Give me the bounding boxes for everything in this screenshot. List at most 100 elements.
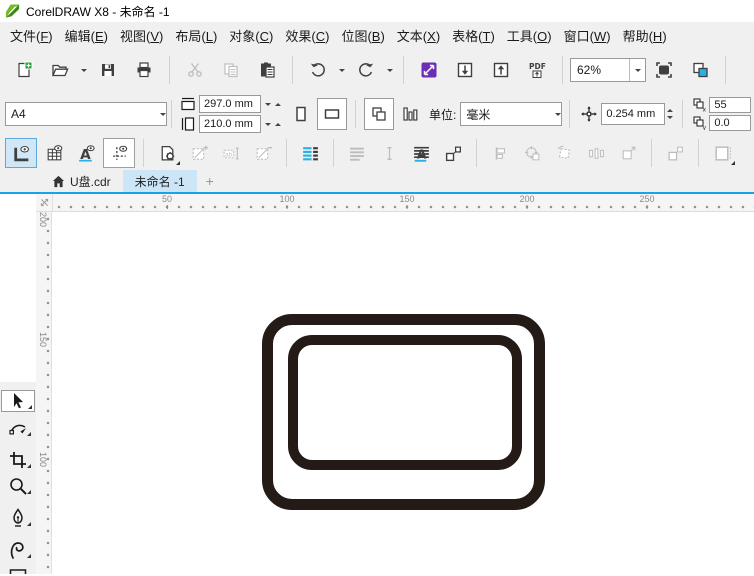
fullscreen-preview-button[interactable] (647, 53, 681, 87)
paste-button[interactable] (250, 53, 284, 87)
columns-settings-button[interactable] (295, 139, 325, 167)
import-icon (456, 61, 474, 79)
baseline-toggle-icon: A (77, 144, 96, 163)
menu-table[interactable]: 表格(T) (447, 22, 500, 49)
page-size-combo[interactable]: A4 (5, 102, 167, 126)
menu-help[interactable]: 帮助(H) (618, 22, 672, 49)
toolbar-separator (403, 56, 404, 84)
document-canvas[interactable] (52, 212, 754, 574)
print-button[interactable] (127, 53, 161, 87)
menu-tools[interactable]: 工具(O) (502, 22, 557, 49)
toolbar-separator (143, 139, 144, 167)
save-button[interactable] (91, 53, 125, 87)
toggle-rulers-button[interactable] (5, 138, 37, 168)
align-objects-button (485, 139, 515, 167)
standard-toolbar: PDF62%贴 (0, 48, 754, 92)
landscape-button[interactable] (317, 98, 347, 130)
text-format-button[interactable]: A (406, 139, 436, 167)
shape-tool[interactable] (3, 418, 33, 438)
crop-tool[interactable] (3, 450, 33, 470)
menu-file[interactable]: 文件(F) (5, 22, 58, 49)
horizontal-ruler[interactable]: 50100150200250 (36, 194, 754, 212)
page-width-field[interactable]: 297.0 mm (199, 95, 261, 113)
toggle-guidelines-button[interactable] (103, 138, 135, 168)
toggle-grid-button[interactable] (39, 139, 69, 167)
ruler-origin-button[interactable] (36, 194, 53, 211)
page-height-spinner[interactable] (263, 120, 283, 129)
link-frames-button[interactable] (438, 139, 468, 167)
cut-button (178, 53, 212, 87)
zoom-level-combo-arrow[interactable] (629, 59, 645, 81)
menu-object[interactable]: 对象(C) (224, 22, 278, 49)
duplicate-distance-y-icon: y (693, 116, 707, 130)
undo-flyout-arrow[interactable] (336, 53, 348, 87)
duplicate-distance-y-field[interactable]: 0.0 (709, 115, 751, 131)
open-flyout-arrow[interactable] (78, 53, 90, 87)
vertical-ruler[interactable]: 200150100 (36, 212, 52, 574)
publish-pdf-button[interactable]: PDF (520, 53, 554, 87)
all-pages-icon (370, 105, 388, 123)
page-width-spinner[interactable] (263, 100, 283, 109)
tab-untitled-document[interactable]: 未命名 -1 (123, 170, 197, 192)
zoom-tool[interactable] (3, 476, 33, 496)
page-settings-button[interactable] (152, 139, 182, 167)
undo-icon (309, 61, 327, 79)
menu-text[interactable]: 文本(X) (392, 22, 445, 49)
zoom-level-combo[interactable]: 62% (570, 58, 646, 82)
menu-view[interactable]: 视图(V) (115, 22, 168, 49)
toggle-baseline-grid-button[interactable]: A (71, 139, 101, 167)
undo-button[interactable] (301, 53, 335, 87)
tab-udisk-document[interactable]: U盘.cdr (40, 170, 123, 192)
toolbar-separator (698, 139, 699, 167)
menu-effects[interactable]: 效果(C) (280, 22, 334, 49)
open-document-button[interactable] (43, 53, 77, 87)
guides-toggle-icon (110, 144, 129, 163)
import-button[interactable] (448, 53, 482, 87)
nudge-distance-field[interactable]: 0.254 mm (601, 103, 665, 125)
columns-blue-icon (301, 144, 320, 163)
new-document-button[interactable] (7, 53, 41, 87)
toolbar-separator (169, 56, 170, 84)
copy-button (214, 53, 248, 87)
export-button[interactable] (484, 53, 518, 87)
units-dropdown-arrow[interactable] (555, 110, 561, 119)
nudge-distance-icon (580, 105, 598, 123)
page-width-icon (179, 95, 197, 113)
save-icon (99, 61, 117, 79)
show-rulers-std-icon (691, 61, 709, 79)
page-gear-icon (158, 144, 177, 163)
h-ruler-label: 150 (399, 195, 414, 209)
pick-tool[interactable] (1, 390, 35, 412)
menu-edit[interactable]: 编辑(E) (60, 22, 113, 49)
units-label: 单位: (429, 106, 456, 123)
stripes-gray-icon (348, 144, 367, 163)
duplicate-distance-x-field[interactable]: 55 (709, 97, 751, 113)
curve-tool-icon (8, 508, 28, 528)
rectangle-tool[interactable] (3, 566, 33, 574)
show-rulers-button[interactable] (683, 53, 717, 87)
menu-bitmaps[interactable]: 位图(B) (336, 22, 389, 49)
portrait-button[interactable] (287, 99, 315, 129)
menu-window[interactable]: 窗口(W) (559, 22, 616, 49)
search-content-button[interactable] (412, 53, 446, 87)
redo-flyout-arrow[interactable] (384, 53, 396, 87)
redo-button[interactable] (349, 53, 383, 87)
separator (682, 100, 683, 128)
current-page-button[interactable] (396, 99, 424, 129)
all-pages-button[interactable] (364, 98, 394, 130)
coreldraw-logo-icon (5, 4, 20, 19)
nudge-spinner[interactable] (665, 106, 675, 122)
page-size-dropdown-arrow[interactable] (160, 110, 166, 119)
curve-tool[interactable] (3, 508, 33, 528)
toolbox: 字 (0, 382, 36, 574)
new-tab-button[interactable]: + (197, 170, 223, 192)
units-combo[interactable]: 毫米 (460, 102, 562, 126)
artistic-media-tool[interactable] (3, 540, 33, 560)
menu-layout[interactable]: 布局(L) (170, 22, 222, 49)
page-height-field[interactable]: 210.0 mm (199, 115, 261, 133)
small-squares-gray-icon (666, 144, 685, 163)
ibeam-button (374, 139, 404, 167)
drawn-inner-rounded-rectangle[interactable] (288, 335, 522, 470)
text-frame-button: ab (216, 139, 246, 167)
window-title: CorelDRAW X8 - 未命名 -1 (26, 3, 170, 20)
